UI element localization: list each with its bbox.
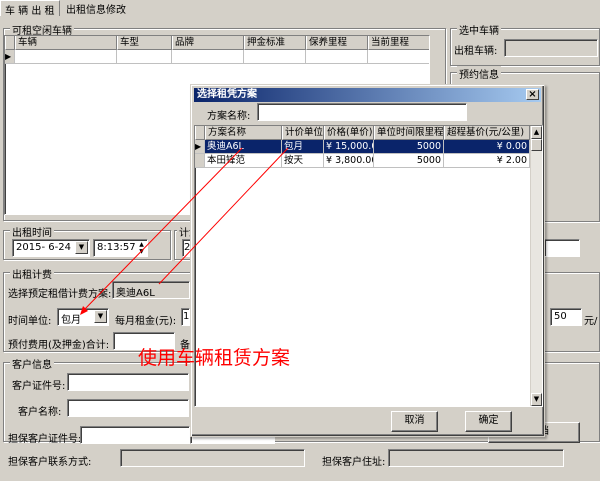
plan-row-2-name[interactable]: 本田锋范 [205, 154, 282, 168]
monthly-rent-label: 每月租金(元): [115, 316, 177, 327]
row-indicator-icon: ▶ [5, 50, 15, 64]
customer-name-label: 客户名称: [18, 407, 62, 418]
scroll-down-icon[interactable]: ▼ [531, 393, 542, 406]
table-cell[interactable] [172, 50, 244, 64]
plan-name-label: 方案名称: [207, 111, 251, 122]
prepay-label: 预付费用(及押金)合计: [8, 340, 110, 351]
plan-row-2-price[interactable]: ¥ 3,800.00 [324, 154, 374, 168]
table-cell[interactable] [117, 50, 172, 64]
plan-row-2-mileage[interactable]: 5000 [374, 154, 444, 168]
customer-id-label: 客户证件号: [12, 381, 66, 392]
plan-row-1-price[interactable]: ¥ 15,000.00 [324, 140, 374, 154]
col-header-mileage-limit[interactable]: 单位时间限里程 [374, 126, 444, 140]
rent-date-picker[interactable]: 2015- 6-24 ▼ [12, 239, 90, 257]
col-header-deposit[interactable]: 押金标准 [244, 36, 306, 50]
col-header-unit[interactable]: 计价单位 [282, 126, 324, 140]
monthly-rent-field[interactable]: 1 [181, 308, 190, 326]
guarantor-id-field[interactable] [80, 426, 190, 444]
row-indicator [195, 154, 205, 168]
close-icon[interactable]: × [526, 89, 539, 100]
right-fee-unit: 元/ [584, 316, 598, 327]
guarantor-addr-label: 担保客户住址: [322, 457, 386, 468]
dialog-title: 选择租凭方案 [197, 89, 257, 100]
right-time-field[interactable] [544, 239, 580, 257]
table-cell[interactable] [306, 50, 368, 64]
table-row-empty[interactable] [15, 50, 117, 64]
col-header-model[interactable]: 车型 [117, 36, 172, 50]
dialog-titlebar[interactable]: 选择租凭方案 × [194, 88, 541, 102]
plan-row-2-unit[interactable]: 按天 [282, 154, 324, 168]
rent-time-value: 8:13:57 [97, 242, 136, 253]
rent-date-value: 2015- 6-24 [16, 242, 71, 253]
select-plan-dialog: 选择租凭方案 × 方案名称: 方案名称 计价单位 价格(单价) 单位时间限里程 … [190, 84, 545, 437]
table-cell[interactable] [368, 50, 429, 64]
row-indicator-icon: ▶ [195, 140, 205, 154]
ok-button[interactable]: 确定 [465, 411, 512, 432]
col-header-price[interactable]: 价格(单价) [324, 126, 374, 140]
guarantor-contact-label: 担保客户联系方式: [8, 457, 92, 468]
col-header-excess-rate[interactable]: 超程基价(元/公里) [444, 126, 530, 140]
guarantor-id-label: 担保客户证件号: [8, 434, 82, 445]
table-cell[interactable] [244, 50, 306, 64]
plan-row-1-excess[interactable]: ¥ 0.00 [444, 140, 530, 154]
col-header-car[interactable]: 车辆 [15, 36, 117, 50]
col-header-brand[interactable]: 品牌 [172, 36, 244, 50]
chevron-down-icon[interactable]: ▼ [94, 310, 107, 323]
plan-name-input[interactable] [257, 103, 467, 121]
col-header-current-mileage[interactable]: 当前里程 [368, 36, 429, 50]
customer-name-field[interactable] [67, 399, 189, 417]
plan-row-1-mileage[interactable]: 5000 [374, 140, 444, 154]
tab-car-rental[interactable]: 车 辆 出 租 [0, 0, 60, 17]
scroll-up-icon[interactable]: ▲ [531, 126, 542, 139]
time-spin-icon[interactable]: ▲ ▼ [137, 241, 146, 255]
rent-time-spinner[interactable]: 8:13:57 ▲ ▼ [93, 239, 148, 257]
col-header-maint-mileage[interactable]: 保养里程 [306, 36, 368, 50]
grid-corner [5, 36, 15, 50]
time-unit-label: 时间单位: [8, 316, 52, 327]
rent-time-title: 出租时间 [10, 224, 54, 239]
guarantor-contact-field[interactable] [120, 449, 305, 467]
customer-title: 客户信息 [10, 356, 54, 371]
selected-car-field[interactable] [504, 39, 598, 57]
col-header-plan-name[interactable]: 方案名称 [205, 126, 282, 140]
plan-row-1-name[interactable]: 奥迪A6L [205, 140, 282, 154]
plan-select-label: 选择预定租借计费方案: [8, 289, 112, 300]
selected-car-title: 选中车辆 [457, 22, 501, 37]
tab-rental-edit[interactable]: 出租信息修改 [62, 0, 130, 16]
plan-row-1-unit[interactable]: 包月 [282, 140, 324, 154]
plan-select-field[interactable]: 奥迪A6L [112, 281, 190, 299]
plan-row-2-excess[interactable]: ¥ 2.00 [444, 154, 530, 168]
selected-car-label: 出租车辆: [454, 46, 498, 57]
time-unit-value: 包月 [61, 315, 81, 326]
cancel-button[interactable]: 取消 [391, 411, 438, 432]
date-dropdown-icon[interactable]: ▼ [75, 241, 88, 254]
scroll-thumb[interactable] [531, 139, 542, 151]
fee-title: 出租计费 [10, 266, 54, 281]
annotation-text: 使用车辆租赁方案 [138, 347, 291, 369]
time-unit-select[interactable]: 包月 ▼ [57, 308, 109, 326]
right-fee-field[interactable]: 50 [550, 308, 582, 326]
reserve-title: 预约信息 [457, 66, 501, 81]
customer-id-field[interactable] [67, 373, 189, 391]
guarantor-addr-field[interactable] [388, 449, 564, 467]
plan-grid-scrollbar[interactable]: ▲ ▼ [530, 126, 542, 406]
grid-corner [195, 126, 205, 140]
